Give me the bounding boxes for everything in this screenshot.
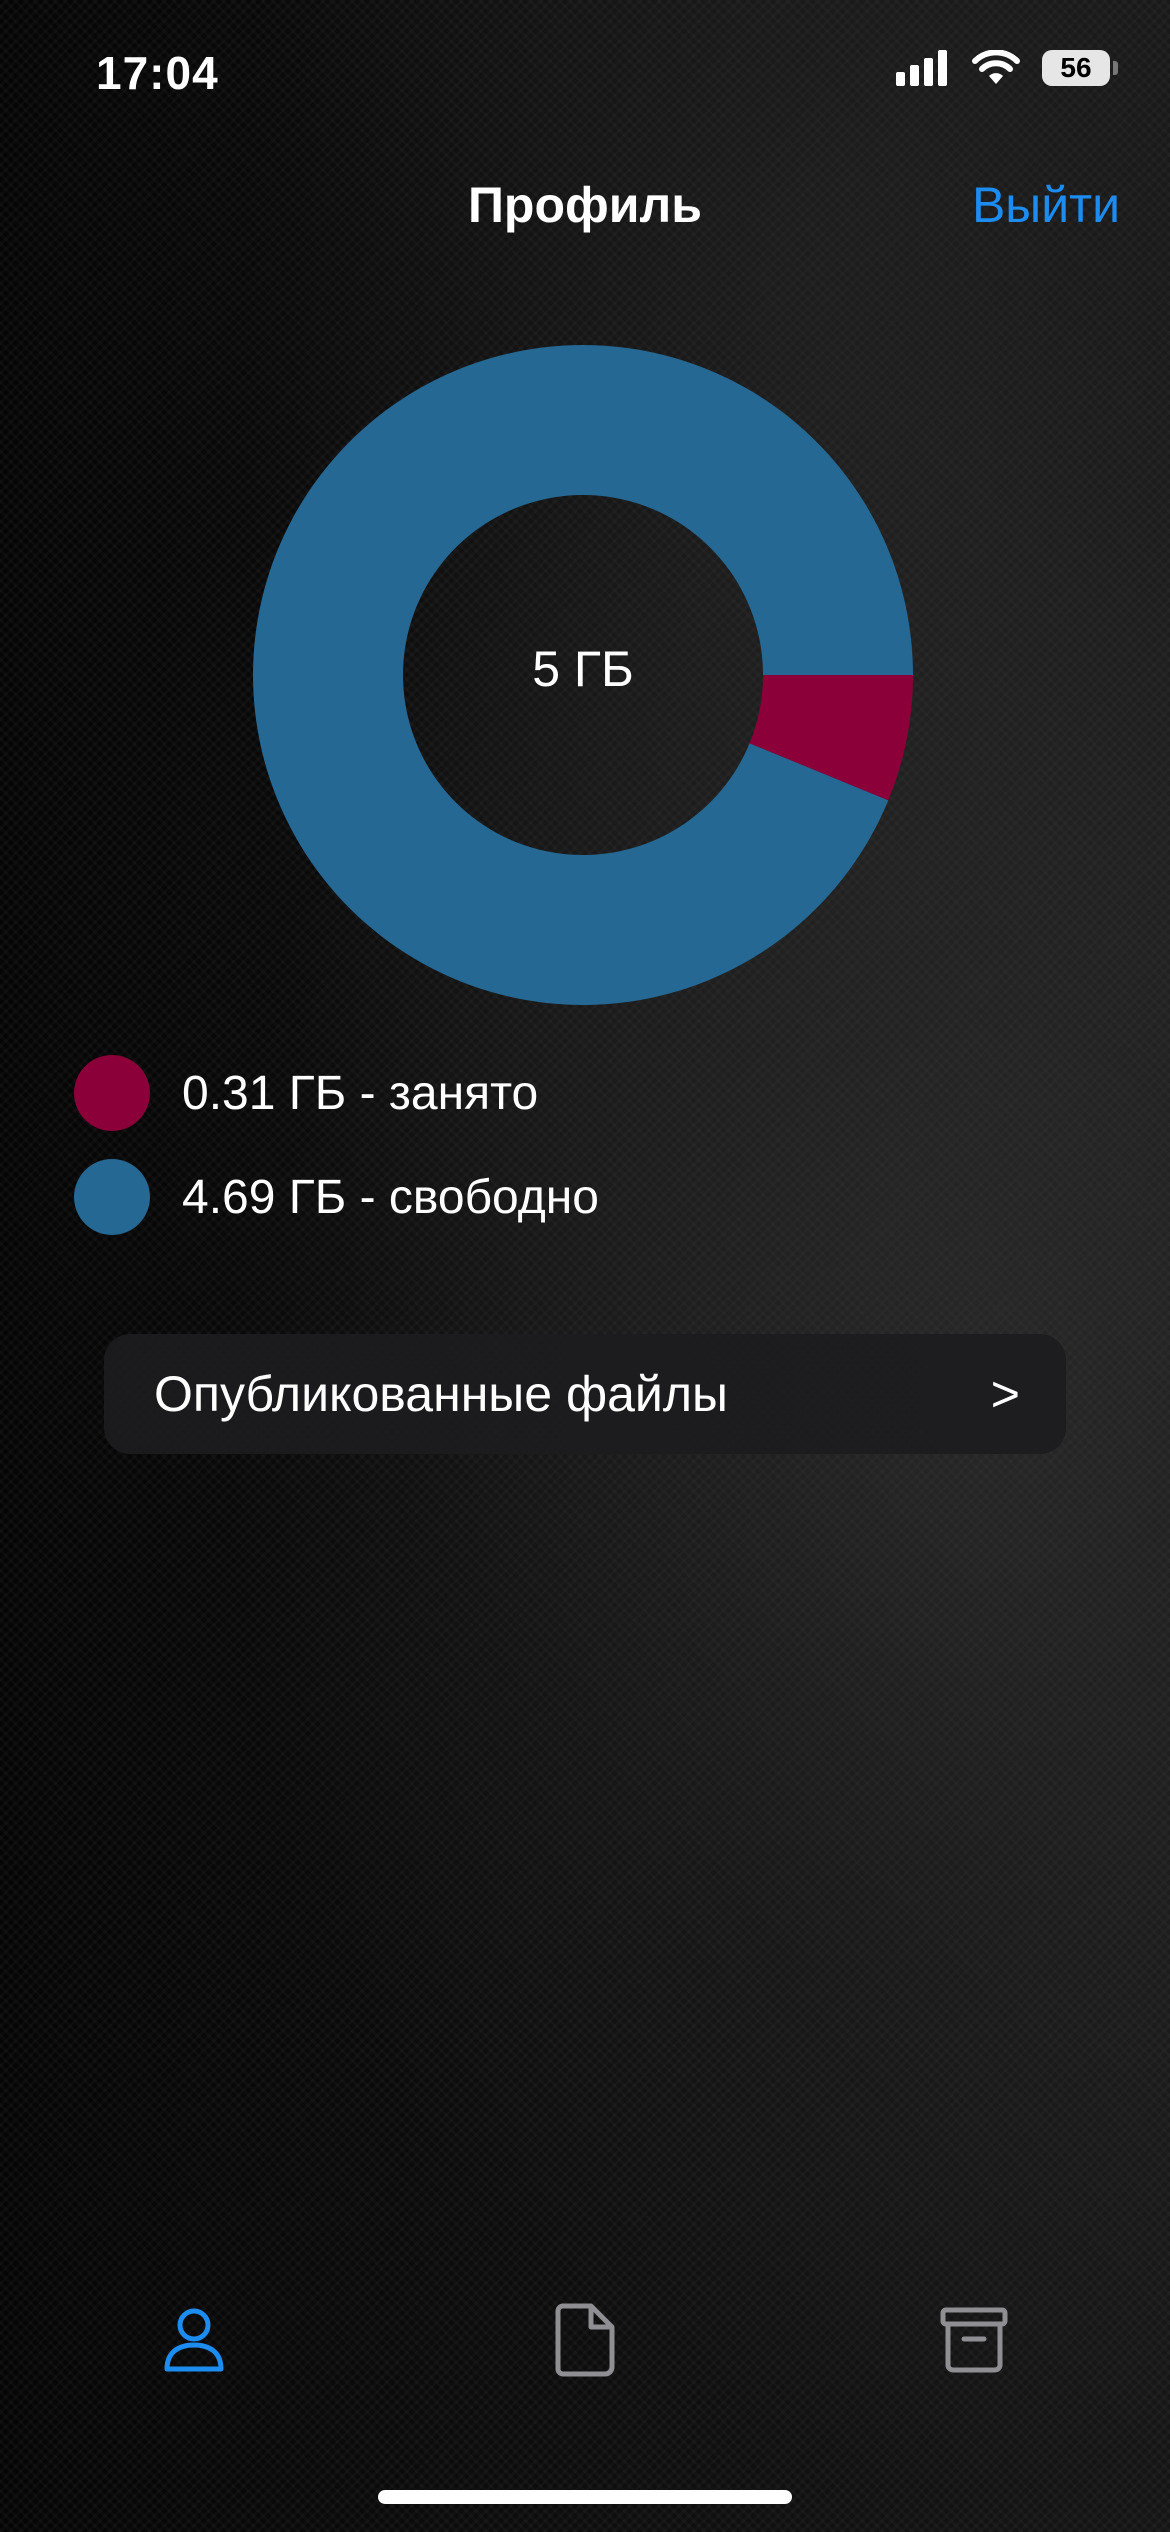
status-icons: 56 [896, 50, 1118, 86]
published-files-label: Опубликованные файлы [154, 1366, 728, 1422]
tab-profile[interactable] [134, 2280, 254, 2400]
legend-label-used: 0.31 ГБ - занято [182, 1066, 539, 1120]
cellular-signal-icon [896, 50, 947, 86]
chart-legend: 0.31 ГБ - занято 4.69 ГБ - свободно [74, 1054, 599, 1262]
legend-swatch-free [74, 1159, 150, 1235]
status-bar: 17:04 56 [0, 0, 1170, 150]
wifi-icon [972, 50, 1020, 84]
legend-swatch-used [74, 1055, 150, 1131]
tab-bar [0, 2280, 1170, 2400]
archive-box-icon [940, 2307, 1008, 2373]
legend-label-free: 4.69 ГБ - свободно [182, 1170, 599, 1224]
legend-item-free: 4.69 ГБ - свободно [74, 1158, 599, 1236]
logout-button[interactable]: Выйти [972, 176, 1120, 234]
chart-center-label: 5 ГБ [532, 641, 634, 697]
status-time: 17:04 [96, 47, 219, 99]
battery-indicator: 56 [1042, 50, 1118, 86]
legend-item-used: 0.31 ГБ - занято [74, 1054, 599, 1132]
document-icon [555, 2303, 615, 2377]
tab-files[interactable] [525, 2280, 645, 2400]
home-indicator [378, 2490, 792, 2504]
person-icon [164, 2308, 224, 2372]
tab-archive[interactable] [914, 2280, 1034, 2400]
chevron-right-icon: > [990, 1366, 1020, 1422]
published-files-button[interactable]: Опубликованные файлы > [104, 1334, 1066, 1454]
